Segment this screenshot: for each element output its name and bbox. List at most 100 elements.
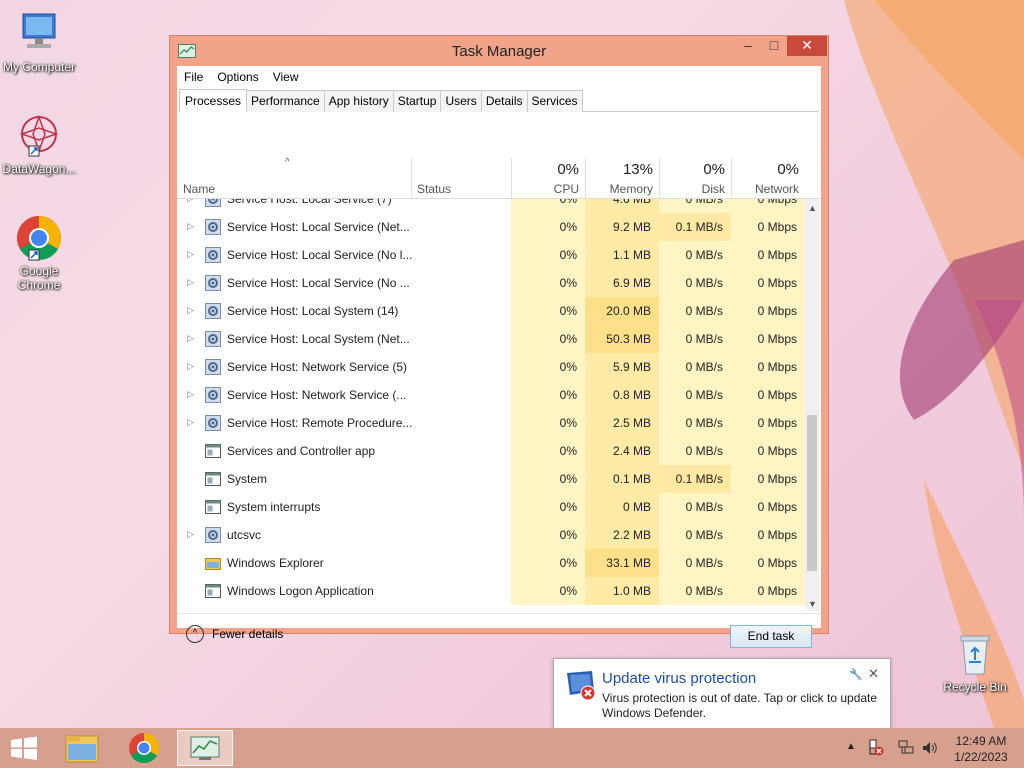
desktop-icon-my-computer[interactable]: My Computer — [0, 10, 78, 74]
menu-options[interactable]: Options — [217, 70, 258, 84]
expand-chevron-icon[interactable]: ▷ — [187, 249, 194, 260]
column-label: Name — [183, 182, 216, 196]
expand-chevron-icon[interactable]: ▷ — [187, 389, 194, 400]
app-window-icon — [205, 471, 221, 487]
table-row[interactable]: ▷ Service Host: Local System (14) 0% 20.0 M… — [177, 297, 805, 325]
process-name: Service Host: Remote Procedure... — [227, 416, 413, 430]
taskbar-chrome[interactable] — [116, 730, 172, 766]
table-row[interactable]: Windows Logon Application 0% 1.0 MB 0 MB/s 0… — [177, 577, 805, 605]
table-row[interactable]: System 0% 0.1 MB 0.1 MB/s 0 Mbps — [177, 465, 805, 493]
desktop-icon-google-chrome[interactable]: Google Chrome — [0, 214, 78, 292]
expand-chevron-icon[interactable]: ▷ — [187, 529, 194, 540]
scroll-down-icon[interactable]: ▼ — [808, 599, 817, 609]
expand-chevron-icon[interactable]: ▷ — [187, 305, 194, 316]
process-name: Service Host: Network Service (5) — [227, 360, 408, 374]
minimize-button[interactable]: – — [735, 36, 761, 56]
process-name: Service Host: Local Service (No ... — [227, 276, 410, 290]
network-cell: 0 Mbps — [731, 325, 805, 353]
table-row[interactable]: ▷ Service Host: Network Service (5) 0% 5.9 … — [177, 353, 805, 381]
table-row[interactable]: ▷ Service Host: Local System (Net... 0% 50.… — [177, 325, 805, 353]
memory-cell: 2.2 MB — [585, 521, 659, 549]
network-cell: 0 Mbps — [731, 199, 805, 213]
tab-app-history[interactable]: App history — [323, 90, 394, 112]
defender-warning-icon — [567, 671, 596, 701]
clock[interactable]: 12:49 AM 1/22/2023 — [948, 733, 1014, 765]
end-task-button[interactable]: End task — [730, 625, 812, 648]
window-client: File Options View Processes Performance … — [177, 66, 821, 648]
table-row[interactable]: Windows Explorer 0% 33.1 MB 0 MB/s 0 Mbps — [177, 549, 805, 577]
column-header-name[interactable]: Name — [183, 157, 411, 197]
disk-cell: 0 MB/s — [659, 549, 731, 577]
table-row[interactable]: ▷ Service Host: Local Service (Net... 0% 9.… — [177, 213, 805, 241]
column-header-status[interactable]: Status — [411, 157, 511, 197]
expand-chevron-icon[interactable]: ▷ — [187, 333, 194, 344]
memory-cell: 50.3 MB — [585, 325, 659, 353]
column-label: CPU — [553, 182, 579, 196]
tab-startup[interactable]: Startup — [392, 90, 442, 112]
table-row[interactable]: Services and Controller app 0% 2.4 MB 0 MB/… — [177, 437, 805, 465]
network-total: 0% — [777, 161, 799, 178]
notification-toast[interactable]: Update virus protection Virus protection… — [553, 658, 891, 730]
app-window-icon — [205, 583, 221, 599]
expand-chevron-icon[interactable]: ▷ — [187, 417, 194, 428]
network-cell: 0 Mbps — [731, 381, 805, 409]
maximize-button[interactable]: □ — [761, 36, 787, 56]
close-button[interactable]: ✕ — [787, 36, 827, 56]
settings-icon[interactable]: 🔧 — [849, 668, 863, 681]
tab-details[interactable]: Details — [480, 90, 528, 112]
start-button[interactable] — [0, 728, 48, 768]
gear-icon — [205, 275, 221, 291]
fewer-details-button[interactable]: ^ Fewer details — [186, 625, 283, 643]
tab-services[interactable]: Services — [526, 90, 583, 112]
table-row[interactable]: ▷ Service Host: Local Service (7) 0%4.6 MB… — [177, 199, 805, 213]
process-name: Windows Explorer — [227, 556, 324, 570]
vertical-scrollbar[interactable]: ▲ ▼ — [805, 199, 819, 611]
table-row[interactable]: ▷ utcsvc 0% 2.2 MB 0 MB/s 0 Mbps — [177, 521, 805, 549]
tab-processes[interactable]: Processes — [179, 89, 248, 112]
column-header-cpu[interactable]: 0% CPU — [511, 157, 585, 197]
desktop-icon-recycle-bin[interactable]: Recycle Bin — [936, 630, 1014, 694]
expand-chevron-icon[interactable]: ▷ — [187, 221, 194, 232]
process-name: Service Host: Local Service (No l... — [227, 248, 413, 262]
column-header-memory[interactable]: 13% Memory — [585, 157, 659, 197]
expand-chevron-icon[interactable]: ▷ — [187, 277, 194, 288]
process-list: ▷Service Host: Local Service (7)0%4.6 MB… — [177, 199, 805, 611]
desktop-icon-datawagon[interactable]: DataWagon... — [0, 112, 78, 176]
taskbar-task-manager[interactable] — [177, 730, 233, 766]
column-header-disk[interactable]: 0% Disk — [659, 157, 731, 197]
network-cell: 0 Mbps — [731, 353, 805, 381]
memory-cell: 1.1 MB — [585, 241, 659, 269]
scroll-up-icon[interactable]: ▲ — [808, 203, 817, 213]
network-cell: 0 Mbps — [731, 465, 805, 493]
memory-cell: 0.1 MB — [585, 465, 659, 493]
table-row[interactable]: System interrupts 0% 0 MB 0 MB/s 0 Mbps — [177, 493, 805, 521]
scrollbar-thumb[interactable] — [807, 415, 817, 571]
show-hidden-icons[interactable]: ▲ — [846, 741, 856, 768]
taskbar-file-explorer[interactable] — [54, 730, 110, 766]
menu-view[interactable]: View — [273, 70, 299, 84]
action-center-warning-icon[interactable] — [868, 738, 884, 768]
table-row[interactable]: ▷ Service Host: Network Service (... 0% 0.8… — [177, 381, 805, 409]
expand-chevron-icon[interactable]: ▷ — [187, 361, 194, 372]
expand-chevron-icon[interactable]: ▷ — [187, 199, 194, 204]
tab-users[interactable]: Users — [440, 90, 482, 112]
disk-cell: 0 MB/s — [659, 521, 731, 549]
cpu-cell: 0% — [511, 199, 585, 213]
tab-performance[interactable]: Performance — [246, 90, 325, 112]
table-row[interactable]: ▷ Service Host: Remote Procedure... 0% 2.5 … — [177, 409, 805, 437]
menu-file[interactable]: File — [184, 70, 203, 84]
cpu-cell: 0% — [511, 325, 585, 353]
desktop-icon-label: Recycle Bin — [943, 680, 1007, 694]
disk-cell: 0.1 MB/s — [659, 465, 731, 493]
volume-icon[interactable] — [921, 739, 939, 768]
table-row[interactable]: ▷ Service Host: Local Service (No ... 0% 6.… — [177, 269, 805, 297]
title-bar[interactable]: Task Manager – □ ✕ — [170, 36, 828, 66]
disk-cell: 0 MB/s — [659, 577, 731, 605]
table-row[interactable]: ▷ Service Host: Local Service (No l... 0% 1… — [177, 241, 805, 269]
column-header-network[interactable]: 0% Network — [731, 157, 805, 197]
cpu-cell: 0% — [511, 521, 585, 549]
network-icon[interactable] — [897, 739, 915, 768]
close-icon[interactable]: ✕ — [868, 666, 879, 682]
footer: ^ Fewer details End task — [177, 613, 821, 658]
cpu-total: 0% — [557, 161, 579, 178]
